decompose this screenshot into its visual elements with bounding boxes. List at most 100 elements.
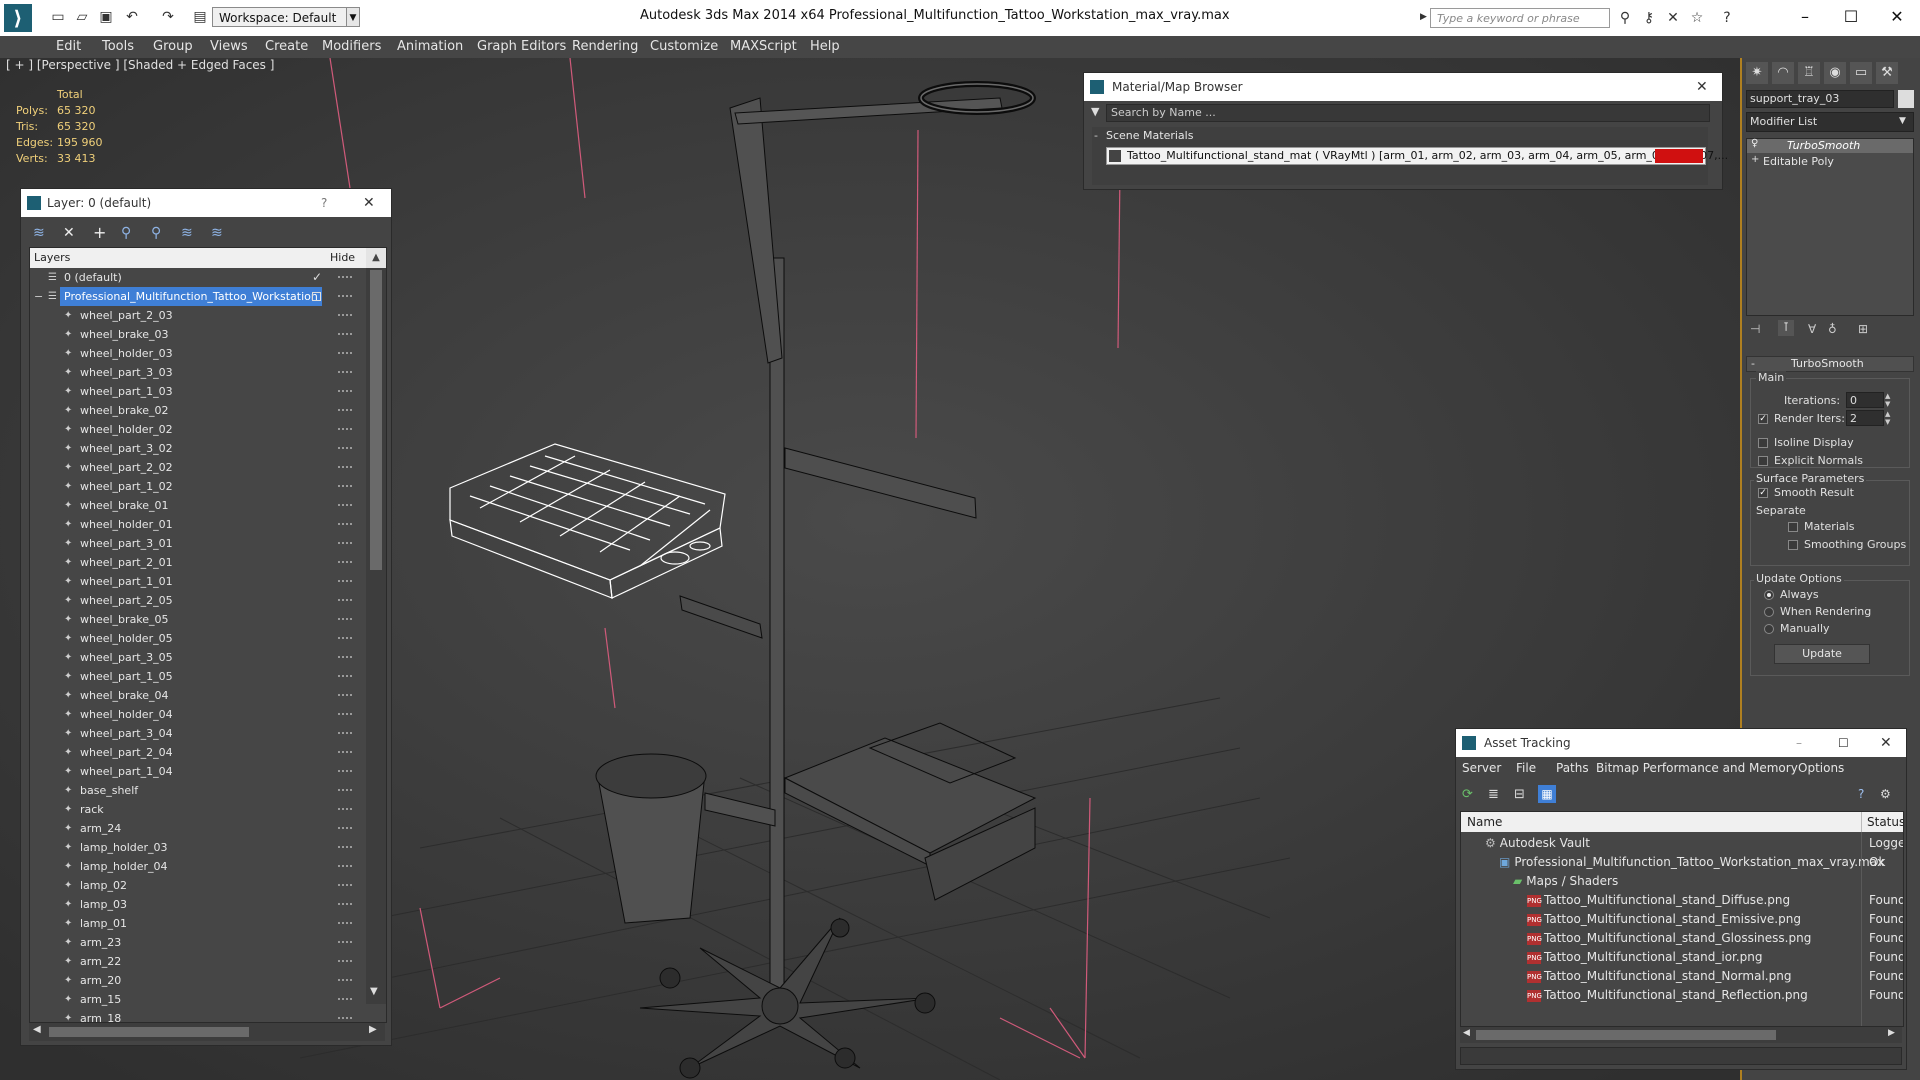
expand-icon[interactable]: +: [1751, 154, 1759, 165]
hide-toggle[interactable]: [338, 580, 352, 582]
isoline-checkbox[interactable]: [1758, 438, 1768, 448]
app-logo-icon[interactable]: ⟩: [4, 4, 32, 32]
hide-toggle[interactable]: [338, 333, 352, 335]
open-file-icon[interactable]: ▱: [74, 9, 90, 25]
hide-toggle[interactable]: [338, 732, 352, 734]
layer-row[interactable]: ✦ arm_20: [30, 971, 360, 990]
layer-row[interactable]: ✦ lamp_holder_03: [30, 838, 360, 857]
layer-row[interactable]: ✦ wheel_brake_04: [30, 686, 360, 705]
spinner-arrows-icon[interactable]: ▲ ▼: [1885, 392, 1890, 408]
refresh-icon[interactable]: ⟳: [1462, 787, 1473, 802]
delete-layer-icon[interactable]: ✕: [63, 225, 75, 241]
at-menu-server[interactable]: Server: [1462, 761, 1501, 775]
at-menu-paths[interactable]: Paths: [1556, 761, 1589, 775]
scene-materials-header[interactable]: Scene Materials: [1106, 129, 1193, 142]
remove-modifier-icon[interactable]: ♁: [1828, 322, 1837, 336]
asset-row[interactable]: ⚙Autodesk Vault Logged: [1461, 834, 1903, 853]
layer-row[interactable]: ✦ arm_23: [30, 933, 360, 952]
col-hide[interactable]: Hide: [330, 251, 355, 264]
hide-toggle[interactable]: [338, 637, 352, 639]
layer-row[interactable]: ✦ wheel_part_3_04: [30, 724, 360, 743]
close-icon[interactable]: ✕: [1882, 6, 1912, 28]
motion-tab-icon[interactable]: ◉: [1824, 62, 1846, 84]
hide-toggle[interactable]: [338, 428, 352, 430]
object-color-swatch[interactable]: [1898, 90, 1914, 108]
hide-toggle[interactable]: [338, 504, 352, 506]
hide-toggle[interactable]: [338, 998, 352, 1000]
help-icon[interactable]: ?: [1718, 9, 1736, 27]
layer-row[interactable]: ✦ arm_24: [30, 819, 360, 838]
chevron-down-icon[interactable]: ▼: [1899, 116, 1906, 126]
layer-row[interactable]: ✦ wheel_part_3_05: [30, 648, 360, 667]
hide-toggle[interactable]: [338, 865, 352, 867]
asset-path-field[interactable]: [1460, 1047, 1902, 1065]
layer-row[interactable]: ✦ wheel_part_1_04: [30, 762, 360, 781]
maximize-icon[interactable]: ☐: [1836, 6, 1866, 28]
hide-toggle[interactable]: [338, 352, 352, 354]
hide-toggle[interactable]: [338, 599, 352, 601]
viewport-label[interactable]: [ + ] [Perspective ] [Shaded + Edged Fac…: [6, 58, 274, 72]
hide-toggle[interactable]: [338, 903, 352, 905]
collapse-icon[interactable]: −: [34, 287, 43, 306]
col-layers[interactable]: Layers: [34, 251, 70, 264]
menu-tools[interactable]: Tools: [102, 36, 134, 58]
always-radio[interactable]: [1764, 590, 1774, 600]
layer-row[interactable]: ✦ wheel_holder_05: [30, 629, 360, 648]
minimize-icon[interactable]: –: [1790, 6, 1820, 28]
layer-row[interactable]: ✦ wheel_holder_03: [30, 344, 360, 363]
scrollbar[interactable]: ▼: [366, 268, 386, 1004]
hide-toggle[interactable]: [338, 675, 352, 677]
menu-edit[interactable]: Edit: [56, 36, 81, 58]
highlight-layer-icon[interactable]: ⚲: [151, 225, 161, 241]
set-current-layer-icon[interactable]: [312, 292, 321, 301]
minimize-icon[interactable]: –: [1796, 729, 1802, 757]
asset-hscroll-thumb[interactable]: [1476, 1030, 1776, 1040]
asset-row[interactable]: PNG Tattoo_Multifunctional_stand_ior.png F…: [1461, 948, 1903, 967]
show-end-result-icon[interactable]: ⊺: [1778, 320, 1794, 336]
hide-toggle[interactable]: [338, 542, 352, 544]
help-icon[interactable]: ?: [1858, 787, 1864, 801]
layer-row[interactable]: ✦ arm_22: [30, 952, 360, 971]
menu-customize[interactable]: Customize: [650, 36, 718, 58]
display-tab-icon[interactable]: ▭: [1850, 62, 1872, 84]
layer-row[interactable]: ✦ wheel_brake_05: [30, 610, 360, 629]
hide-toggle[interactable]: [338, 371, 352, 373]
menu-maxscript[interactable]: MAXScript: [730, 36, 797, 58]
hide-toggle[interactable]: [338, 656, 352, 658]
horizontal-scrollbar[interactable]: ◀ ▶: [29, 1023, 385, 1041]
layer-row[interactable]: ☰ 0 (default) ✓: [30, 268, 360, 287]
layer-row[interactable]: ✦ wheel_part_2_01: [30, 553, 360, 572]
layer-row[interactable]: ✦ wheel_part_2_03: [30, 306, 360, 325]
collapse-icon[interactable]: -: [1094, 129, 1098, 142]
add-to-layer-icon[interactable]: +: [93, 223, 106, 242]
layer-row[interactable]: ✦ wheel_part_3_02: [30, 439, 360, 458]
create-tab-icon[interactable]: ✷: [1746, 62, 1768, 84]
layer-row[interactable]: ✦ arm_15: [30, 990, 360, 1009]
layer-row[interactable]: ✦ lamp_02: [30, 876, 360, 895]
layer-row[interactable]: ✦ wheel_holder_01: [30, 515, 360, 534]
scroll-up-icon[interactable]: ▲: [366, 248, 386, 268]
layer-row[interactable]: ✦ wheel_part_2_02: [30, 458, 360, 477]
scroll-left-icon[interactable]: ◀: [33, 1024, 41, 1035]
tree-view-icon[interactable]: ⊟: [1514, 787, 1525, 802]
asset-row[interactable]: PNG Tattoo_Multifunctional_stand_Normal.p…: [1461, 967, 1903, 986]
layer-row[interactable]: − ☰ Professional_Multifunction_Tattoo_Work…: [30, 287, 360, 306]
scroll-down-icon[interactable]: ▼: [370, 986, 378, 997]
table-view-icon[interactable]: ▦: [1538, 785, 1556, 803]
close-icon[interactable]: ✕: [1696, 73, 1708, 101]
col-name[interactable]: Name: [1467, 815, 1502, 829]
smoothing-groups-checkbox[interactable]: [1788, 540, 1798, 550]
menu-create[interactable]: Create: [265, 36, 308, 58]
undo-icon[interactable]: ↶: [124, 9, 140, 25]
hide-toggle[interactable]: [338, 979, 352, 981]
layer-row[interactable]: ✦ wheel_part_2_04: [30, 743, 360, 762]
menu-views[interactable]: Views: [210, 36, 248, 58]
new-layer-icon[interactable]: ≋: [33, 225, 45, 241]
hide-toggle[interactable]: [338, 694, 352, 696]
when-rendering-radio[interactable]: [1764, 607, 1774, 617]
hide-toggle[interactable]: [338, 409, 352, 411]
at-menu-file[interactable]: File: [1516, 761, 1536, 775]
material-browser-titlebar[interactable]: Material/Map Browser ✕: [1084, 73, 1722, 101]
redo-icon[interactable]: ↷: [160, 9, 176, 25]
maximize-icon[interactable]: ☐: [1838, 729, 1849, 757]
